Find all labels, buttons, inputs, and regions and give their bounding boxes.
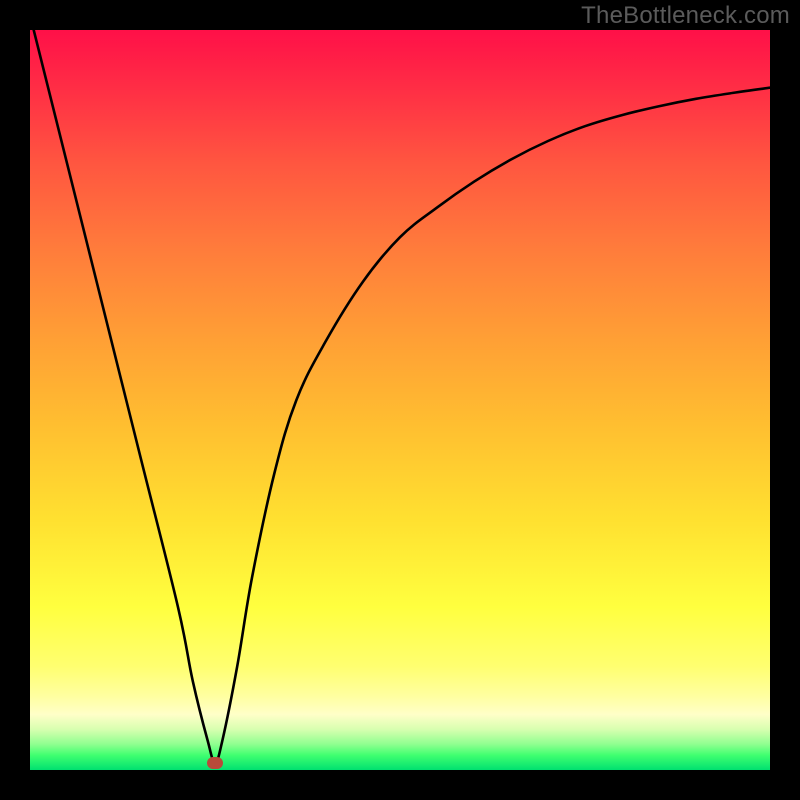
- plot-area: [30, 30, 770, 770]
- minimum-marker: [207, 757, 223, 769]
- watermark-label: TheBottleneck.com: [581, 2, 790, 30]
- chart-frame: TheBottleneck.com: [0, 0, 800, 800]
- bottleneck-curve: [30, 30, 770, 770]
